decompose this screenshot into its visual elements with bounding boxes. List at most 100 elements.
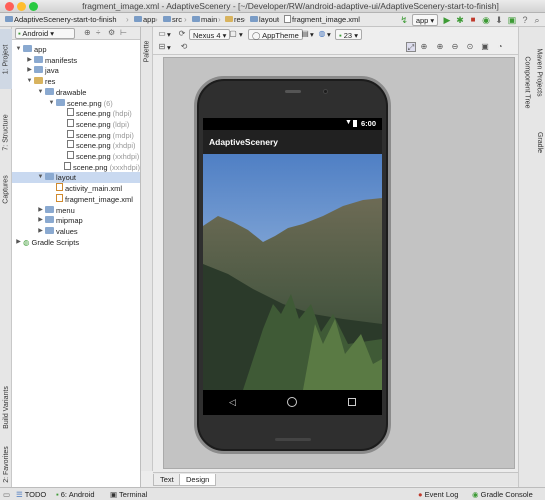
dropdown-arrow[interactable]: ▾: [167, 29, 171, 40]
chevron-down-icon[interactable]: ▼: [25, 76, 34, 87]
search-everywhere-icon[interactable]: ⌕: [532, 14, 542, 26]
help-icon[interactable]: ?: [520, 14, 530, 26]
breadcrumb-project[interactable]: AdaptiveScenery-start-to-finish: [2, 14, 120, 26]
tab-text[interactable]: Text: [153, 474, 181, 486]
api-level-select[interactable]: ▪ 23 ▾: [335, 29, 362, 40]
run-config-select[interactable]: app ▾: [412, 14, 438, 26]
tab-build-variants[interactable]: Build Variants: [0, 372, 12, 442]
chevron-right-icon[interactable]: ▶: [36, 215, 45, 226]
tree-item[interactable]: ▶ java: [25, 65, 140, 76]
dropdown-arrow[interactable]: ▾: [310, 29, 314, 40]
design-mode-icon[interactable]: ▭: [157, 29, 167, 39]
zoom-to-fit-icon[interactable]: ⤢: [406, 42, 416, 52]
tool-windows-icon[interactable]: ▭: [3, 489, 11, 500]
tab-structure[interactable]: 7: Structure: [0, 102, 12, 162]
tree-item[interactable]: ▶ values: [36, 226, 140, 237]
hide-panel-icon[interactable]: ⊢: [120, 28, 127, 37]
tree-item[interactable]: ▼ layout: [12, 172, 140, 184]
layout-mode-icon[interactable]: ⊟: [157, 42, 167, 52]
lint-warning-icon[interactable]: ◔: [495, 42, 505, 52]
activity-icon[interactable]: ▤: [300, 29, 310, 39]
dropdown-arrow[interactable]: ▾: [327, 29, 331, 40]
collapse-all-icon[interactable]: ÷: [96, 28, 100, 37]
locale-globe-icon[interactable]: ◍: [317, 29, 327, 39]
breadcrumb-file[interactable]: fragment_image.xml: [281, 14, 363, 26]
tree-item[interactable]: scene.png (xxhdpi): [58, 151, 140, 162]
tab-palette[interactable]: Palette: [141, 31, 153, 71]
tree-item[interactable]: scene.png (ldpi): [58, 118, 140, 130]
theme-select[interactable]: ◯ AppTheme: [248, 29, 303, 40]
recents-icon[interactable]: [348, 398, 356, 406]
tree-item[interactable]: scene.png (xhdpi): [58, 140, 140, 151]
tree-item[interactable]: ▶ mipmap: [36, 215, 140, 226]
tree-item[interactable]: ▼ res: [25, 76, 140, 87]
back-icon[interactable]: ◁: [229, 397, 236, 408]
android-tab[interactable]: ▪ 6: Android: [56, 489, 95, 500]
settings-gear-icon[interactable]: ⚙: [108, 28, 115, 37]
gradle-console-tab[interactable]: ◉ Gradle Console: [472, 489, 533, 500]
chevron-down-icon[interactable]: ▼: [36, 87, 45, 98]
chevron-right-icon[interactable]: ▶: [25, 55, 34, 66]
zoom-reset-icon[interactable]: ⊙: [465, 42, 475, 52]
tab-label: Text: [160, 475, 174, 484]
stop-icon[interactable]: ■: [468, 14, 478, 26]
android-monitor-icon[interactable]: ◉: [481, 14, 491, 26]
tab-favorites[interactable]: 2: Favorites: [0, 442, 12, 487]
event-log-tab[interactable]: ● Event Log: [418, 489, 458, 500]
device-select[interactable]: Nexus 4 ▾: [189, 29, 231, 40]
home-icon[interactable]: [287, 397, 297, 407]
tree-item[interactable]: ▼ scene.png (6): [47, 98, 140, 109]
refresh-icon[interactable]: ⟲: [179, 42, 189, 52]
tree-item[interactable]: scene.png (hdpi): [58, 108, 140, 119]
tree-item[interactable]: fragment_image.xml: [47, 193, 140, 205]
maximize-window-button[interactable]: [29, 2, 38, 11]
zoom-out-icon[interactable]: ⊖: [450, 42, 460, 52]
rotate-device-icon[interactable]: ▢: [228, 29, 238, 39]
chevron-down-icon[interactable]: ▼: [36, 172, 45, 183]
chevron-right-icon[interactable]: ▶: [14, 237, 23, 248]
dropdown-arrow[interactable]: ▾: [167, 42, 171, 53]
tree-item[interactable]: ▼ drawable: [36, 87, 140, 98]
tree-item[interactable]: activity_main.xml: [47, 183, 140, 194]
tab-design[interactable]: Design: [179, 474, 217, 486]
tree-item[interactable]: ▼ app: [14, 44, 140, 55]
tab-gradle[interactable]: Gradle: [533, 122, 545, 162]
tab-label: Palette: [143, 40, 151, 62]
tab-project[interactable]: 1: Project: [0, 29, 12, 89]
tree-item-label: fragment_image.xml: [65, 194, 133, 204]
sync-icon[interactable]: ↯: [398, 14, 410, 26]
debug-icon[interactable]: ✱: [455, 14, 465, 26]
scene-image[interactable]: [203, 154, 382, 390]
sdk-manager-icon[interactable]: ⬇: [494, 14, 504, 26]
breadcrumb-src[interactable]: src: [160, 14, 185, 26]
breadcrumb-main[interactable]: main: [189, 14, 220, 26]
chevron-right-icon[interactable]: ▶: [36, 205, 45, 216]
tree-item[interactable]: ▶ menu: [36, 205, 140, 216]
zoom-actual-icon[interactable]: ⊕: [419, 42, 429, 52]
close-window-button[interactable]: [5, 2, 14, 11]
terminal-tab[interactable]: ▣ Terminal: [110, 489, 147, 500]
dropdown-arrow[interactable]: ▾: [239, 29, 243, 40]
tab-captures[interactable]: Captures: [0, 167, 12, 212]
orientation-icon[interactable]: ⟳: [177, 29, 187, 39]
avd-manager-icon[interactable]: ▣: [507, 14, 517, 26]
zoom-in-icon[interactable]: ⊕: [435, 42, 445, 52]
gradle-console-label: Gradle Console: [480, 490, 533, 499]
chevron-down-icon[interactable]: ▼: [14, 44, 23, 55]
chevron-down-icon[interactable]: ▼: [47, 98, 56, 109]
tree-item[interactable]: scene.png (mdpi): [58, 129, 140, 141]
fragment-content[interactable]: [203, 154, 382, 390]
chevron-right-icon[interactable]: ▶: [25, 65, 34, 76]
todo-tab[interactable]: ☰ TODO: [16, 489, 46, 500]
sync-scroll-icon[interactable]: ⊕: [84, 28, 91, 37]
tree-item[interactable]: scene.png (xxxhdpi): [58, 161, 140, 173]
tab-maven-projects[interactable]: Maven Projects: [533, 37, 545, 107]
screenshot-icon[interactable]: ▣: [480, 42, 490, 52]
chevron-right-icon[interactable]: ▶: [36, 226, 45, 237]
run-icon[interactable]: ▶: [442, 14, 452, 26]
tree-item[interactable]: ▶ manifests: [25, 55, 140, 66]
project-view-select[interactable]: ▪ Android ▾: [15, 28, 75, 39]
tree-item[interactable]: ▶ ◍ Gradle Scripts: [14, 237, 140, 248]
minimize-window-button[interactable]: [17, 2, 26, 11]
tab-component-tree[interactable]: Component Tree: [521, 42, 533, 122]
